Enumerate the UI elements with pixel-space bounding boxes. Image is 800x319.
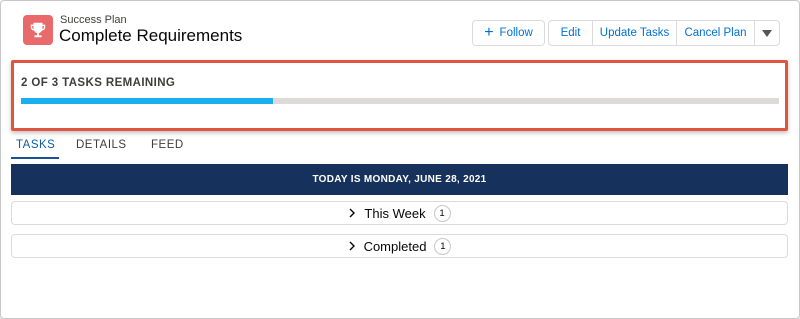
record-header: Success Plan Complete Requirements + Fol…: [1, 1, 800, 61]
edit-button[interactable]: Edit: [548, 20, 593, 46]
section-label: This Week: [364, 205, 426, 221]
progress-highlight-box: 2 OF 3 TASKS REMAINING: [11, 60, 788, 131]
chevron-right-icon: [349, 208, 356, 218]
trophy-icon: [30, 22, 46, 38]
progress-bar-fill: [21, 98, 274, 104]
plus-icon: +: [484, 24, 494, 41]
count-badge: 1: [434, 237, 452, 255]
tab-bar: TASKS DETAILS FEED: [11, 137, 788, 161]
follow-button[interactable]: + Follow: [472, 20, 545, 46]
more-actions-button[interactable]: [754, 20, 780, 46]
chevron-right-icon: [349, 241, 355, 251]
record-icon-tile: [23, 15, 53, 45]
tab-feed[interactable]: FEED: [151, 139, 184, 161]
section-this-week[interactable]: This Week 1: [11, 201, 788, 225]
record-type-label: Success Plan: [60, 14, 127, 26]
progress-bar: [21, 98, 779, 104]
date-banner: TODAY IS MONDAY, JUNE 28, 2021: [11, 164, 788, 195]
active-tab-indicator: [11, 157, 59, 159]
section-label: Completed: [363, 238, 427, 254]
update-tasks-button[interactable]: Update Tasks: [592, 20, 677, 46]
section-completed[interactable]: Completed 1: [11, 234, 788, 258]
tab-details[interactable]: DETAILS: [76, 139, 127, 161]
chevron-down-icon: [762, 29, 772, 37]
follow-label: Follow: [499, 27, 533, 39]
cancel-plan-button[interactable]: Cancel Plan: [676, 20, 755, 46]
page-title: Complete Requirements: [59, 26, 243, 45]
success-plan-card: Success Plan Complete Requirements + Fol…: [0, 0, 800, 319]
progress-label: 2 OF 3 TASKS REMAINING: [21, 77, 176, 89]
count-badge: 1: [433, 204, 451, 222]
